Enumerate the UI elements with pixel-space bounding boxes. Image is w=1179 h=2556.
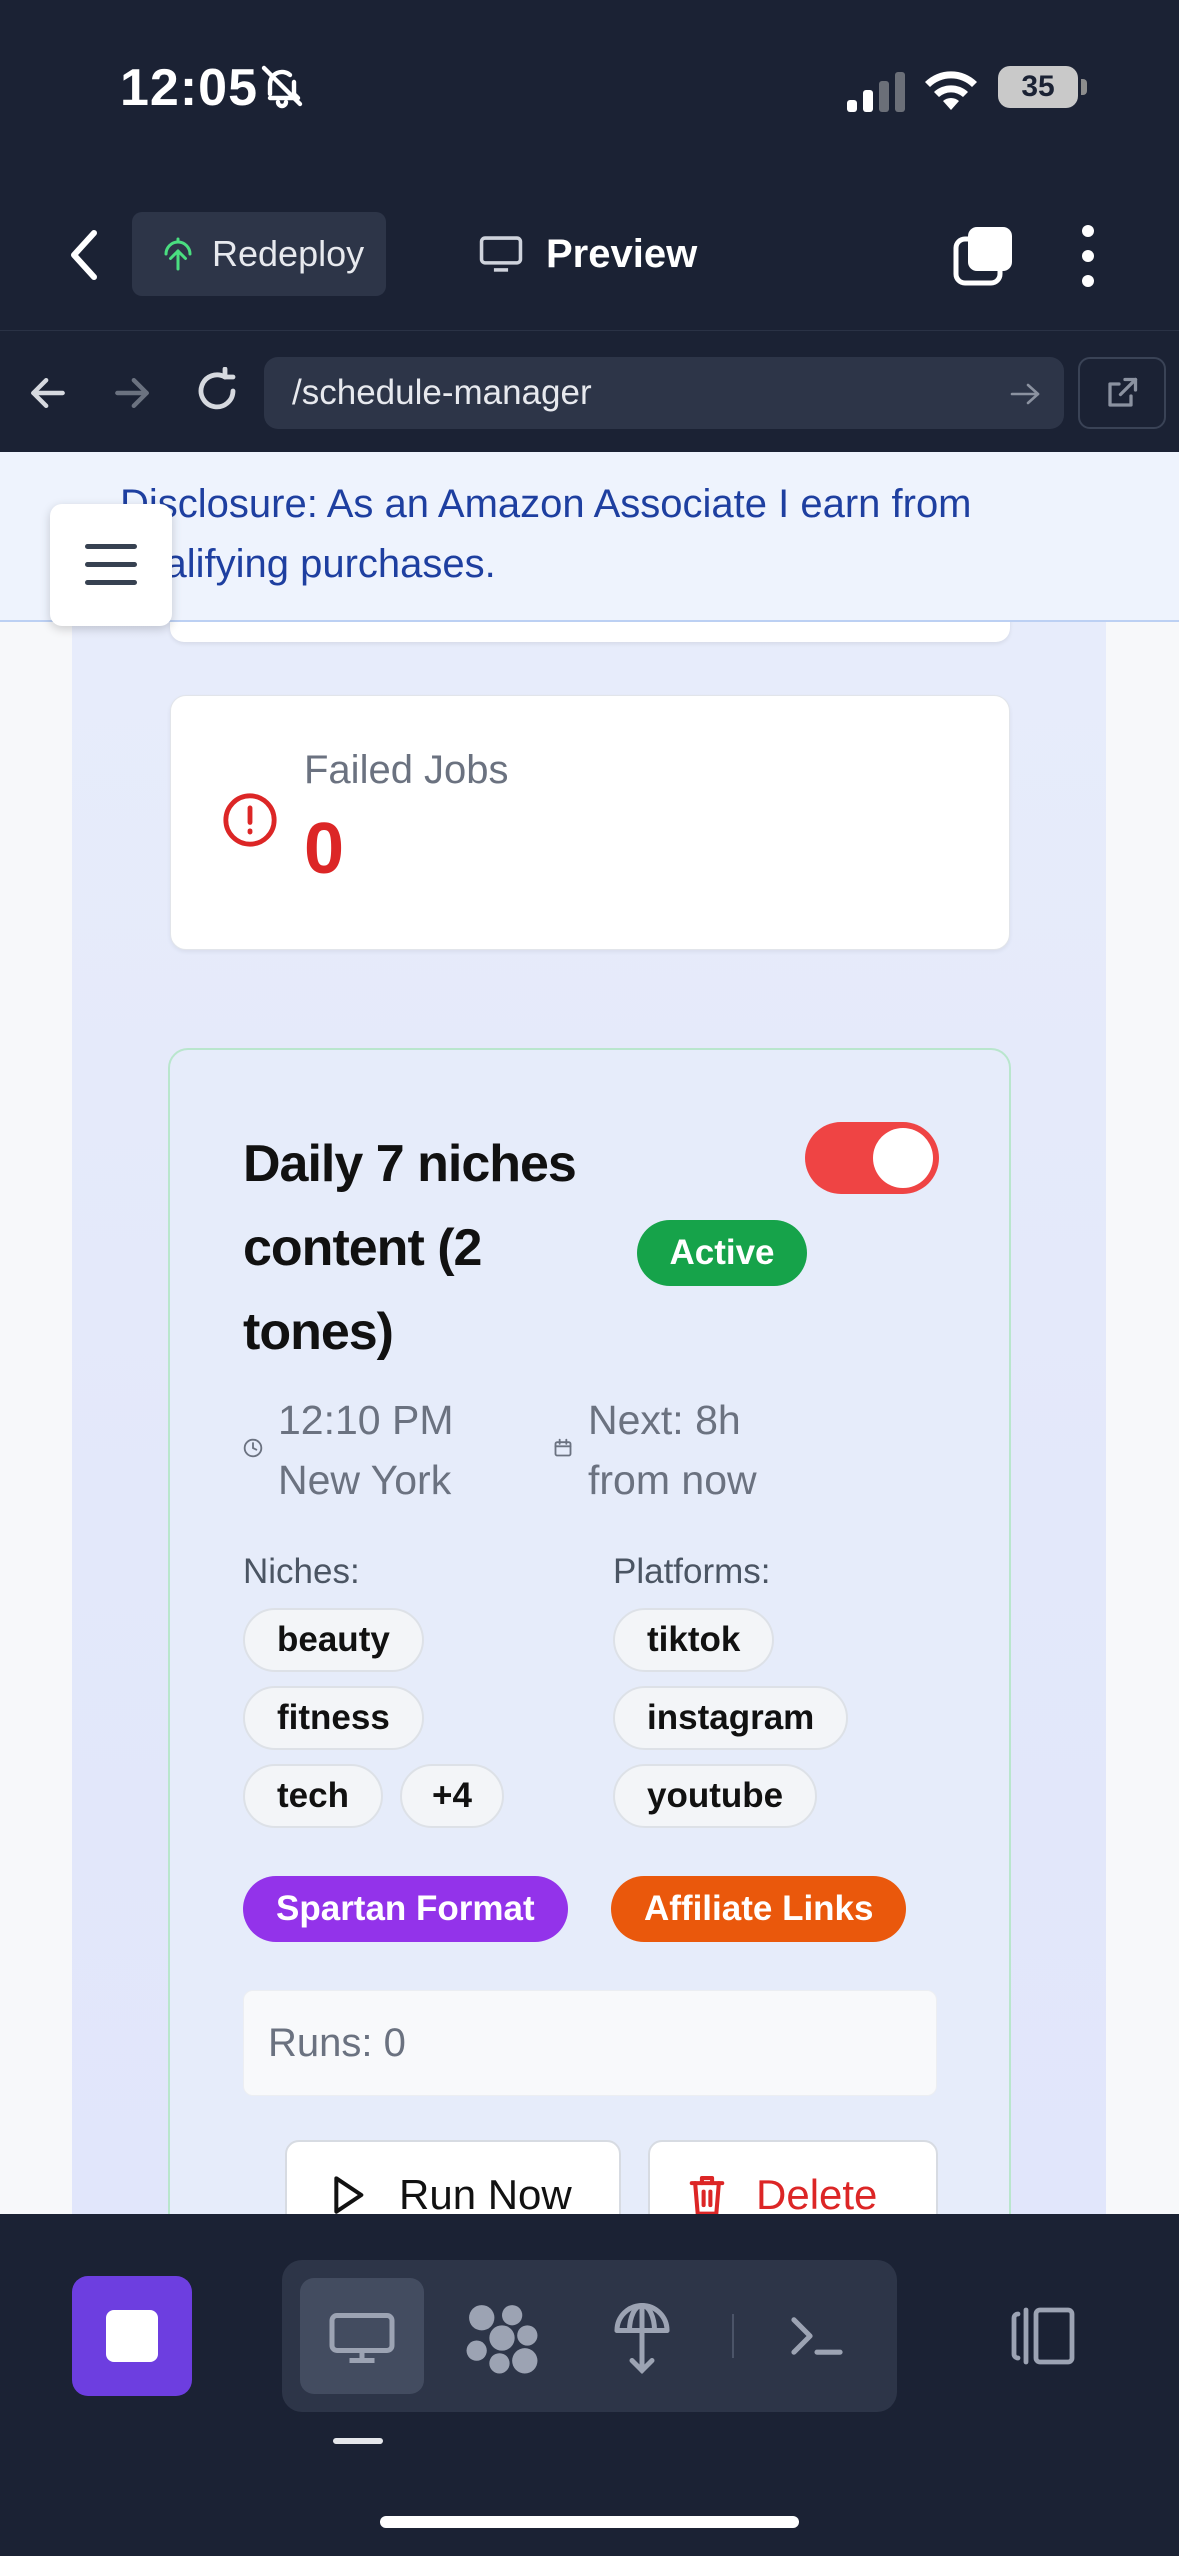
runs-count: Runs: 0 [243, 1990, 937, 2096]
hamburger-menu-button[interactable] [50, 504, 172, 626]
niche-tag: beauty [243, 1608, 424, 1672]
status-time: 12:05 [120, 59, 258, 117]
schedule-time: 12:10 PM New York [278, 1397, 454, 1503]
play-icon [334, 2176, 364, 2214]
failed-jobs-value: 0 [304, 809, 345, 889]
niche-tag: tech [243, 1764, 383, 1828]
stop-icon [106, 2310, 158, 2362]
spartan-format-badge: Spartan Format [243, 1876, 568, 1942]
redeploy-label: Redeploy [212, 233, 365, 274]
more-niches-tag[interactable]: +4 [400, 1764, 504, 1828]
arrow-right-icon[interactable] [110, 371, 154, 415]
tabs-icon[interactable] [952, 225, 1014, 287]
battery-indicator: 35 [998, 66, 1078, 108]
schedule-card: Daily 7 niches content (2 tones) Active … [168, 1048, 1011, 2214]
next-run: Next: 8h from now [588, 1397, 757, 1503]
preview-label: Preview [546, 231, 698, 276]
deploy-icon[interactable] [612, 2300, 672, 2376]
open-external-button[interactable] [1078, 357, 1166, 429]
calendar-icon [554, 1438, 572, 1457]
split-panel-icon[interactable] [1008, 2306, 1080, 2366]
app-header: Redeploy Preview [0, 175, 1179, 330]
home-indicator[interactable] [380, 2516, 799, 2528]
platform-tag: tiktok [613, 1608, 775, 1672]
redeploy-button[interactable]: Redeploy [132, 212, 386, 296]
agent-icon[interactable] [464, 2300, 540, 2376]
run-now-label: Run Now [399, 2171, 572, 2214]
web-viewport: Disclosure: As an Amazon Associate I ear… [0, 452, 1179, 2214]
more-options-icon[interactable] [1072, 223, 1104, 289]
deploy-icon [164, 237, 192, 271]
cellular-signal-icon [847, 72, 905, 112]
stop-button[interactable] [72, 2276, 192, 2396]
external-link-icon [1108, 377, 1138, 407]
delete-button[interactable]: Delete [648, 2140, 938, 2214]
platforms-label: Platforms: [613, 1552, 771, 1591]
bottom-toolbar [0, 2214, 1179, 2556]
run-now-button[interactable]: Run Now [285, 2140, 621, 2214]
failed-jobs-card: Failed Jobs 0 [170, 695, 1010, 950]
active-tab-indicator [333, 2438, 383, 2444]
schedule-title: Daily 7 niches content (2 tones) [243, 1135, 577, 1361]
status-bar: 12:05 35 [0, 0, 1179, 175]
reload-icon[interactable] [193, 367, 241, 415]
monitor-icon [479, 236, 523, 272]
status-badge: Active [637, 1220, 807, 1286]
preview-tab[interactable]: Preview [478, 212, 697, 296]
trash-icon [689, 2176, 725, 2214]
browser-toolbar: /schedule-manager [0, 330, 1179, 452]
failed-jobs-label: Failed Jobs [304, 748, 509, 792]
delete-label: Delete [756, 2171, 878, 2214]
battery-cap [1081, 79, 1087, 95]
url-field[interactable]: /schedule-manager [264, 357, 1064, 429]
alert-circle-icon [223, 793, 277, 847]
tool-switcher [282, 2260, 897, 2412]
affiliate-links-badge: Affiliate Links [611, 1876, 907, 1942]
monitor-icon [329, 2313, 395, 2363]
tool-divider [732, 2314, 734, 2358]
terminal-icon[interactable] [787, 2310, 847, 2362]
toggle-knob [873, 1128, 933, 1188]
schedule-enabled-toggle[interactable] [805, 1122, 939, 1194]
clock-icon [243, 1438, 263, 1458]
wifi-icon [925, 71, 977, 110]
platform-tag: instagram [613, 1686, 849, 1750]
back-chevron-icon[interactable] [62, 227, 110, 283]
bell-off-icon [261, 65, 303, 109]
disclosure-banner: Disclosure: As an Amazon Associate I ear… [0, 452, 1179, 622]
niches-label: Niches: [243, 1552, 360, 1591]
arrow-left-icon[interactable] [26, 371, 70, 415]
platform-tag: youtube [613, 1764, 818, 1828]
go-arrow-icon[interactable] [1008, 381, 1044, 407]
disclosure-text: Disclosure: As an Amazon Associate I ear… [120, 482, 972, 586]
niche-tag: fitness [243, 1686, 424, 1750]
menu-icon [85, 544, 137, 585]
